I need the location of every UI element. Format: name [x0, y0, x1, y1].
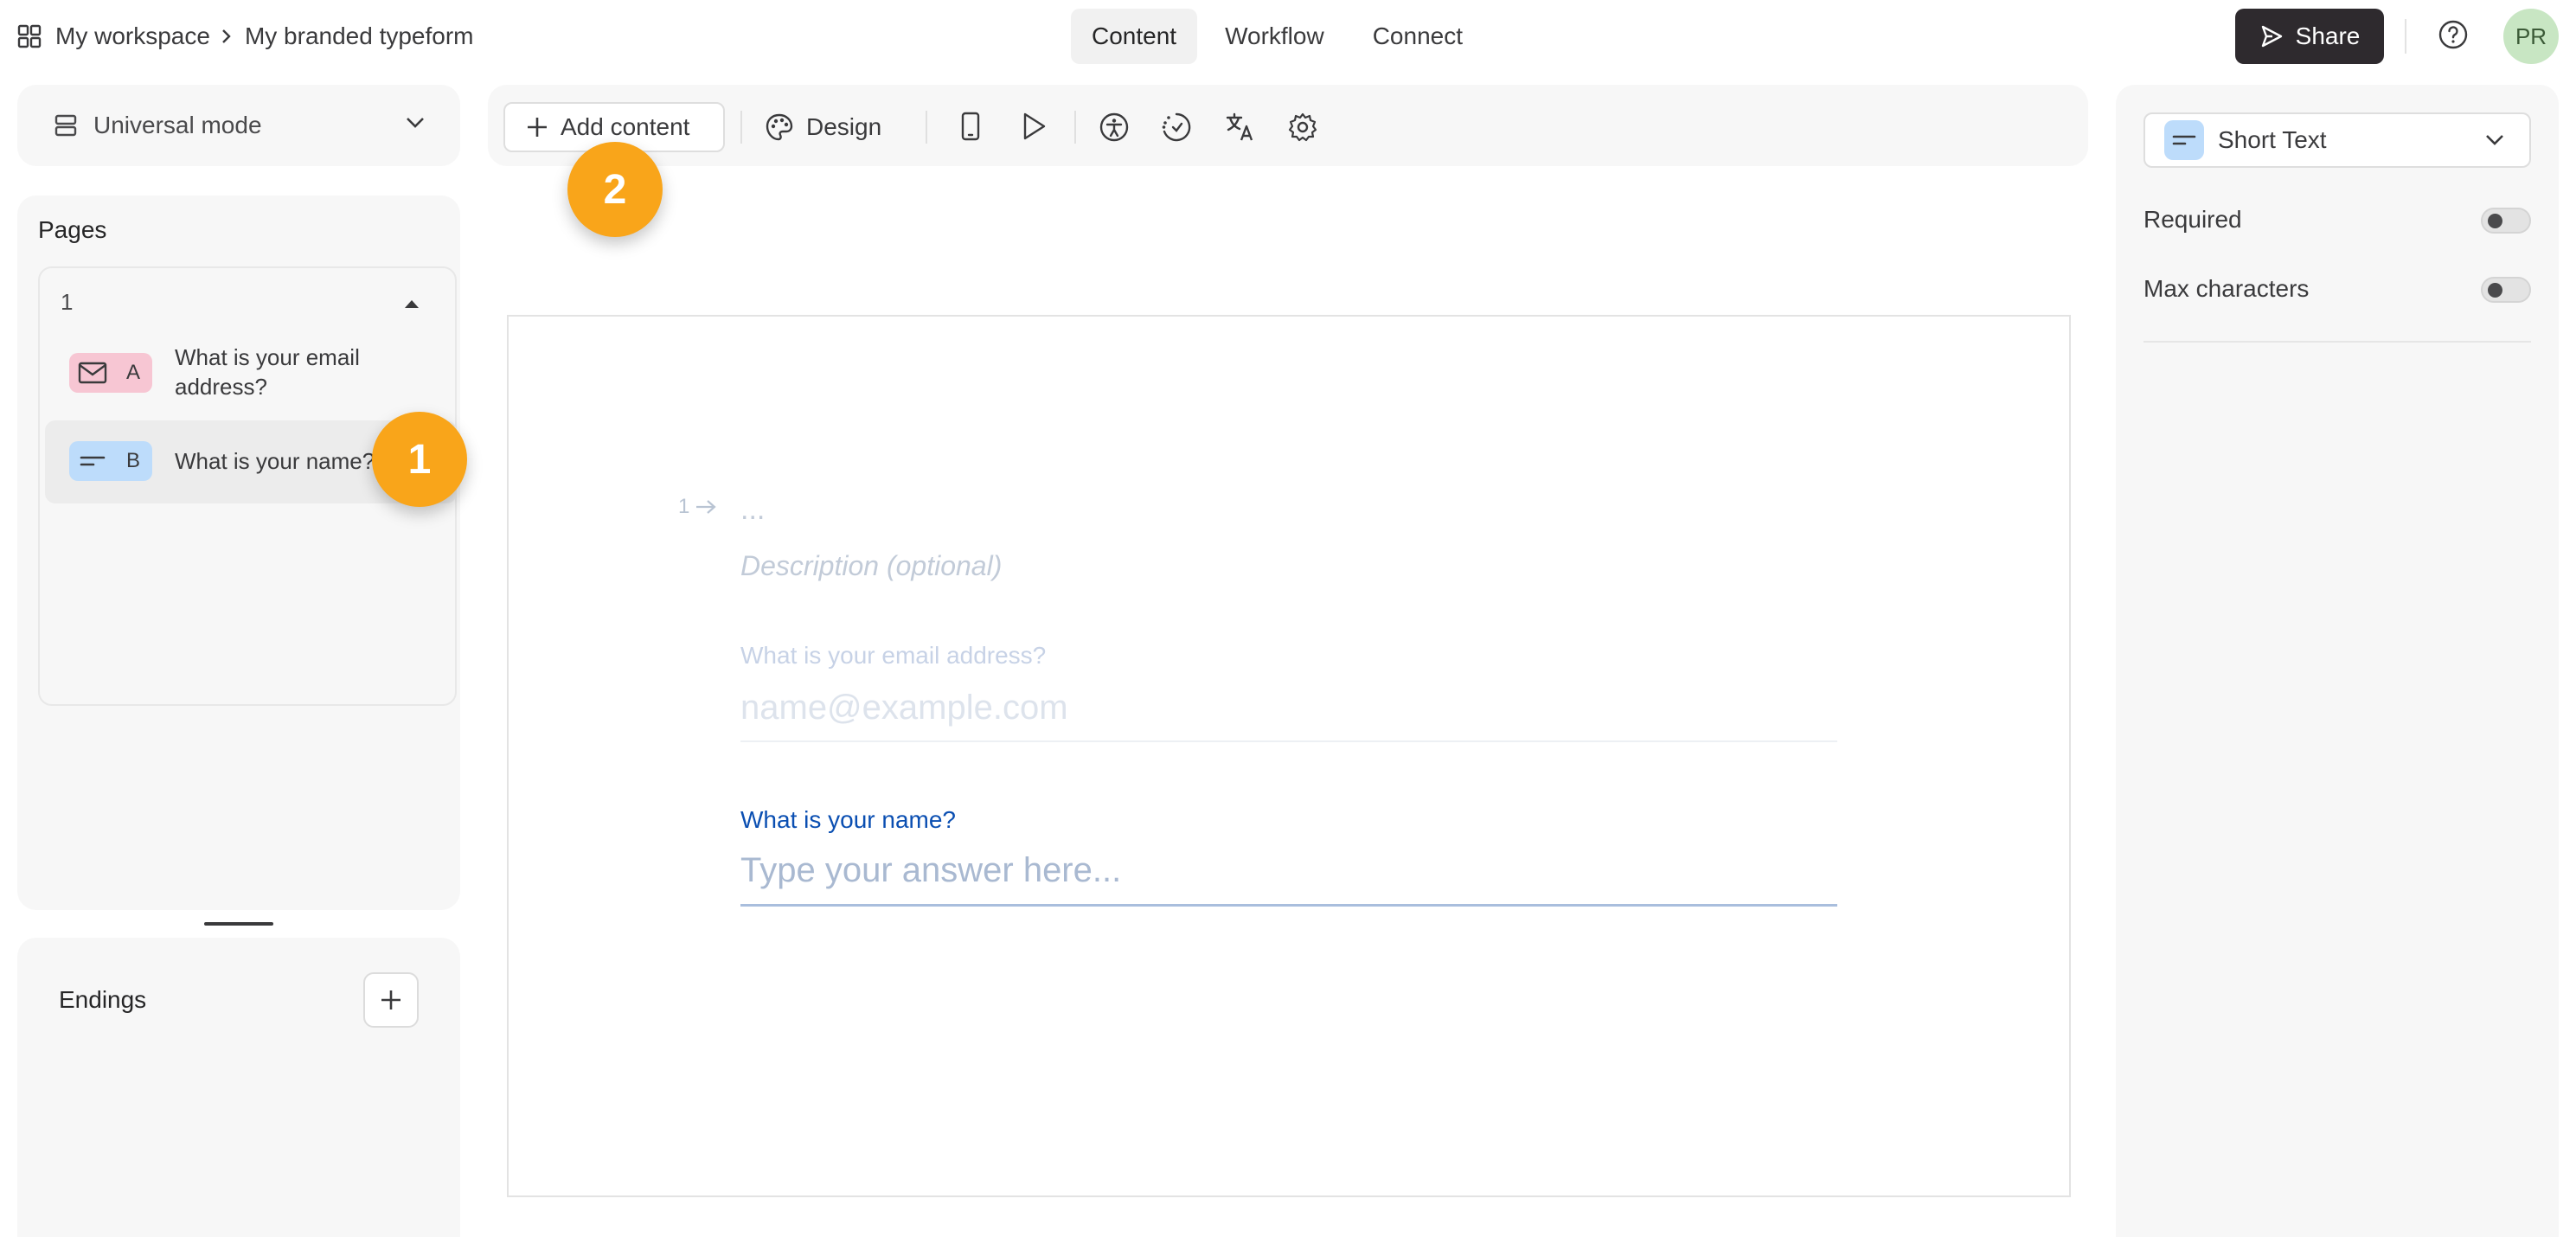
endings-title: Endings: [59, 986, 147, 1013]
endings-panel: Endings: [17, 938, 460, 1237]
add-ending-button[interactable]: [363, 972, 419, 1028]
translate-icon[interactable]: [1225, 112, 1256, 143]
palette-icon: [765, 112, 794, 142]
add-content-label: Add content: [561, 113, 690, 140]
required-setting: Required: [2143, 202, 2531, 237]
mode-label: Universal mode: [93, 112, 262, 138]
name-field[interactable]: Type your answer here...: [740, 851, 1837, 907]
short-text-icon: [78, 452, 107, 470]
toolbar-divider: [1074, 111, 1076, 144]
chevron-right-icon: [221, 28, 233, 45]
question-text: What is your email address?: [175, 344, 360, 400]
layout-rows-icon: [54, 113, 78, 138]
collapse-caret-icon[interactable]: [403, 298, 420, 310]
tab-workflow[interactable]: Workflow: [1204, 9, 1345, 64]
play-preview-icon[interactable]: [1021, 112, 1047, 141]
nav-tabs: Content Workflow Connect: [1071, 9, 1483, 64]
question-type-badge: A: [69, 353, 152, 393]
required-toggle[interactable]: [2481, 208, 2531, 234]
send-icon: [2259, 24, 2284, 48]
toggle-knob: [2488, 214, 2502, 228]
design-button[interactable]: Design: [765, 102, 881, 152]
pages-title: Pages: [38, 216, 107, 243]
breadcrumb-workspace[interactable]: My workspace: [55, 22, 210, 50]
question-letter: B: [125, 449, 140, 472]
help-icon[interactable]: [2438, 19, 2469, 50]
plus-icon: [526, 116, 548, 138]
max-characters-toggle[interactable]: [2481, 277, 2531, 303]
step-badge-2: 2: [567, 142, 663, 237]
question-settings-panel: Short Text Required Max characters: [2116, 85, 2559, 1237]
breadcrumb-form[interactable]: My branded typeform: [245, 22, 474, 50]
toggle-knob: [2488, 283, 2502, 298]
question-title-placeholder[interactable]: ...: [740, 493, 765, 527]
name-field-label: What is your name?: [740, 806, 956, 833]
editor-toolbar: Add content Design: [488, 85, 2088, 166]
question-number: 1: [678, 495, 717, 519]
short-text-icon: [2164, 120, 2204, 160]
max-characters-label: Max characters: [2143, 275, 2310, 302]
toolbar-divider: [740, 111, 742, 144]
accessibility-icon[interactable]: [1099, 112, 1130, 143]
form-preview-canvas: [507, 315, 2071, 1197]
chevron-down-icon: [2484, 133, 2505, 147]
question-text: What is your name?: [175, 448, 375, 474]
settings-divider: [2143, 341, 2531, 343]
question-type-badge: B: [69, 441, 152, 481]
design-label: Design: [806, 113, 882, 140]
max-characters-setting: Max characters: [2143, 272, 2531, 306]
apps-grid-icon[interactable]: [17, 24, 42, 48]
tab-content[interactable]: Content: [1071, 9, 1198, 64]
loading-indicator-icon[interactable]: [1161, 112, 1192, 143]
tab-connect[interactable]: Connect: [1352, 9, 1483, 64]
mail-icon: [78, 362, 107, 384]
header-divider: [2405, 19, 2406, 54]
question-item-email[interactable]: A What is your email address?: [45, 336, 457, 410]
settings-gear-icon[interactable]: [1287, 112, 1318, 143]
arrow-right-icon: [695, 498, 717, 516]
email-field[interactable]: name@example.com: [740, 689, 1837, 742]
panel-resize-handle[interactable]: [204, 922, 273, 926]
pages-panel: Pages 1 A What is your email address? B …: [17, 195, 460, 910]
question-type-select[interactable]: Short Text: [2143, 112, 2531, 168]
description-placeholder[interactable]: Description (optional): [740, 550, 1002, 582]
plus-icon: [379, 988, 403, 1012]
chevron-down-icon: [405, 116, 426, 130]
toolbar-divider: [926, 111, 927, 144]
mobile-preview-icon[interactable]: [960, 112, 981, 141]
step-badge-1: 1: [372, 412, 467, 507]
email-field-label: What is your email address?: [740, 642, 1047, 669]
mode-selector[interactable]: Universal mode: [17, 85, 460, 166]
question-number-value: 1: [678, 495, 690, 518]
share-button[interactable]: Share: [2235, 9, 2384, 64]
question-type-label: Short Text: [2218, 126, 2327, 153]
share-label: Share: [2295, 22, 2361, 49]
question-letter: A: [125, 361, 140, 384]
page-number[interactable]: 1: [61, 289, 73, 316]
breadcrumb: My workspace My branded typeform: [17, 19, 474, 54]
avatar[interactable]: PR: [2503, 9, 2559, 64]
top-bar: My workspace My branded typeform Content…: [0, 0, 2576, 73]
required-label: Required: [2143, 206, 2242, 233]
